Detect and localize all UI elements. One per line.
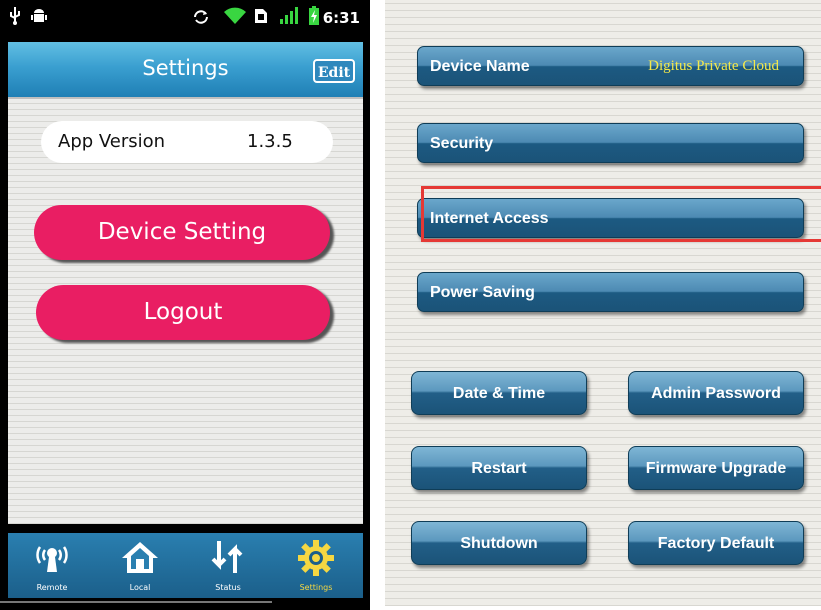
tab-label: Local <box>129 583 151 592</box>
date-time-button[interactable]: Date & Time <box>411 371 587 415</box>
admin-password-button[interactable]: Admin Password <box>628 371 804 415</box>
sync-icon <box>194 10 208 24</box>
device-name-button[interactable]: Device Name Digitus Private Cloud <box>417 46 804 86</box>
device-name-value: Digitus Private Cloud <box>648 58 779 74</box>
tab-settings[interactable]: Settings <box>272 533 360 598</box>
battery-charging-icon <box>309 6 319 25</box>
shutdown-button[interactable]: Shutdown <box>411 521 587 565</box>
tab-local[interactable]: Local <box>96 533 184 598</box>
tab-label: Status <box>215 583 241 592</box>
gear-icon <box>298 540 334 576</box>
tab-remote[interactable]: Remote <box>8 533 96 598</box>
usb-icon <box>10 7 20 25</box>
device-name-label: Device Name <box>430 58 530 75</box>
highlight-box <box>421 186 821 242</box>
logout-button[interactable]: Logout <box>36 285 330 340</box>
app-version-box: App Version 1.3.5 <box>41 121 333 163</box>
device-settings-panel: Device Name Digitus Private Cloud Securi… <box>385 0 821 606</box>
security-button[interactable]: Security <box>417 123 804 163</box>
updown-arrows-icon <box>211 541 243 573</box>
edit-button[interactable]: Edit <box>313 59 355 83</box>
title-bar: Settings Edit <box>8 42 363 99</box>
status-bar: 6:31 <box>0 0 370 38</box>
power-saving-label: Power Saving <box>430 284 535 301</box>
wifi-icon <box>224 7 246 24</box>
power-saving-button[interactable]: Power Saving <box>417 272 804 312</box>
android-debug-icon <box>31 9 47 22</box>
antenna-icon <box>36 546 68 572</box>
page-title: Settings <box>142 56 229 80</box>
home-icon <box>122 542 158 573</box>
tab-bar: Remote Local Status Settings <box>8 533 363 598</box>
settings-content: App Version 1.3.5 Device Setting Logout <box>8 99 363 524</box>
clock: 6:31 <box>322 9 360 27</box>
tab-status[interactable]: Status <box>184 533 272 598</box>
firmware-upgrade-button[interactable]: Firmware Upgrade <box>628 446 804 490</box>
tab-label: Remote <box>36 583 68 592</box>
app-version-value: 1.3.5 <box>247 131 293 152</box>
nav-divider <box>0 601 272 603</box>
restart-button[interactable]: Restart <box>411 446 587 490</box>
tab-label: Settings <box>299 583 333 592</box>
app-version-label: App Version <box>58 131 166 152</box>
factory-default-button[interactable]: Factory Default <box>628 521 804 565</box>
device-setting-button[interactable]: Device Setting <box>34 205 330 260</box>
sim-icon <box>255 9 267 23</box>
phone-screen: 6:31 Settings Edit App Version 1.3.5 Dev… <box>0 0 370 610</box>
security-label: Security <box>430 135 494 152</box>
signal-icon <box>280 7 298 24</box>
